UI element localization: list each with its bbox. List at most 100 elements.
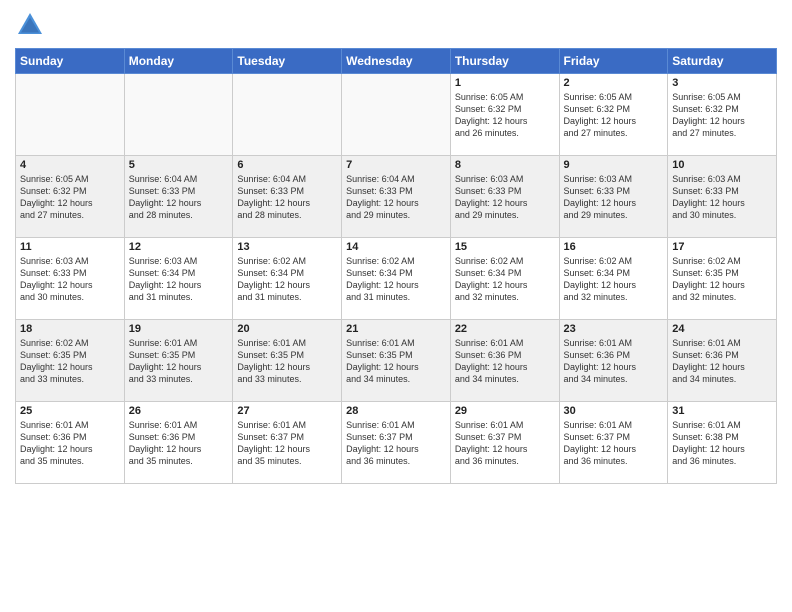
logo [15, 10, 49, 40]
day-info: Sunrise: 6:03 AMSunset: 6:33 PMDaylight:… [564, 173, 664, 222]
calendar-day-cell: 4Sunrise: 6:05 AMSunset: 6:32 PMDaylight… [16, 156, 125, 238]
day-number: 28 [346, 405, 446, 417]
calendar-day-cell [124, 74, 233, 156]
calendar-day-cell: 12 Sunrise: 6:03 AMSunset: 6:34 PMDayligh… [124, 238, 233, 320]
day-info: Sunrise: 6:02 AMSunset: 6:34 PMDaylight:… [237, 255, 337, 304]
day-info: Sunrise: 6:04 AMSunset: 6:33 PMDaylight:… [346, 173, 446, 222]
calendar-day-cell: 25 Sunrise: 6:01 AMSunset: 6:36 PMDayligh… [16, 402, 125, 484]
day-info: Sunrise: 6:01 AMSunset: 6:36 PMDaylight:… [564, 337, 664, 386]
calendar-day-cell: 18Sunrise: 6:02 AMSunset: 6:35 PMDayligh… [16, 320, 125, 402]
day-info: Sunrise: 6:03 AMSunset: 6:34 PMDaylight:… [129, 255, 229, 304]
day-number: 20 [237, 323, 337, 335]
day-info: Sunrise: 6:01 AMSunset: 6:37 PMDaylight:… [455, 419, 555, 468]
calendar-day-cell: 26Sunrise: 6:01 AMSunset: 6:36 PMDayligh… [124, 402, 233, 484]
day-number: 17 [672, 241, 772, 253]
day-number: 8 [455, 159, 555, 171]
day-number: 6 [237, 159, 337, 171]
day-number: 27 [237, 405, 337, 417]
day-number: 23 [564, 323, 664, 335]
day-info: Sunrise: 6:02 AMSunset: 6:34 PMDaylight:… [346, 255, 446, 304]
day-info: Sunrise: 6:05 AMSunset: 6:32 PMDaylight:… [20, 173, 120, 222]
day-number: 15 [455, 241, 555, 253]
calendar-header-row: SundayMondayTuesdayWednesdayThursdayFrid… [16, 49, 777, 74]
day-number: 18 [20, 323, 120, 335]
day-number: 12 [129, 241, 229, 253]
day-number: 2 [564, 77, 664, 89]
day-info: Sunrise: 6:01 AMSunset: 6:36 PMDaylight:… [455, 337, 555, 386]
day-of-week-header: Thursday [450, 49, 559, 74]
day-info: Sunrise: 6:01 AMSunset: 6:37 PMDaylight:… [564, 419, 664, 468]
day-info: Sunrise: 6:02 AMSunset: 6:34 PMDaylight:… [455, 255, 555, 304]
calendar-day-cell: 23 Sunrise: 6:01 AMSunset: 6:36 PMDayligh… [559, 320, 668, 402]
day-number: 10 [672, 159, 772, 171]
day-info: Sunrise: 6:01 AMSunset: 6:36 PMDaylight:… [672, 337, 772, 386]
day-number: 29 [455, 405, 555, 417]
day-number: 1 [455, 77, 555, 89]
calendar-day-cell [16, 74, 125, 156]
day-info: Sunrise: 6:05 AMSunset: 6:32 PMDaylight:… [564, 91, 664, 140]
day-info: Sunrise: 6:01 AMSunset: 6:35 PMDaylight:… [237, 337, 337, 386]
calendar-day-cell: 31Sunrise: 6:01 AMSunset: 6:38 PMDayligh… [668, 402, 777, 484]
calendar-day-cell: 11Sunrise: 6:03 AMSunset: 6:33 PMDayligh… [16, 238, 125, 320]
day-number: 9 [564, 159, 664, 171]
day-number: 14 [346, 241, 446, 253]
calendar-day-cell: 8 Sunrise: 6:03 AMSunset: 6:33 PMDaylight… [450, 156, 559, 238]
calendar-day-cell: 20 Sunrise: 6:01 AMSunset: 6:35 PMDayligh… [233, 320, 342, 402]
calendar-day-cell: 29 Sunrise: 6:01 AMSunset: 6:37 PMDayligh… [450, 402, 559, 484]
day-info: Sunrise: 6:04 AMSunset: 6:33 PMDaylight:… [129, 173, 229, 222]
day-number: 22 [455, 323, 555, 335]
calendar-day-cell: 28 Sunrise: 6:01 AMSunset: 6:37 PMDayligh… [342, 402, 451, 484]
calendar-day-cell: 10 Sunrise: 6:03 AMSunset: 6:33 PMDayligh… [668, 156, 777, 238]
day-info: Sunrise: 6:04 AMSunset: 6:33 PMDaylight:… [237, 173, 337, 222]
day-info: Sunrise: 6:01 AMSunset: 6:36 PMDaylight:… [20, 419, 120, 468]
day-info: Sunrise: 6:05 AMSunset: 6:32 PMDaylight:… [455, 91, 555, 140]
day-number: 7 [346, 159, 446, 171]
calendar-day-cell: 22 Sunrise: 6:01 AMSunset: 6:36 PMDayligh… [450, 320, 559, 402]
day-info: Sunrise: 6:01 AMSunset: 6:35 PMDaylight:… [346, 337, 446, 386]
page-container: SundayMondayTuesdayWednesdayThursdayFrid… [0, 0, 792, 494]
day-number: 16 [564, 241, 664, 253]
calendar-day-cell: 9 Sunrise: 6:03 AMSunset: 6:33 PMDaylight… [559, 156, 668, 238]
calendar-day-cell: 24Sunrise: 6:01 AMSunset: 6:36 PMDayligh… [668, 320, 777, 402]
calendar-week-row: 11Sunrise: 6:03 AMSunset: 6:33 PMDayligh… [16, 238, 777, 320]
calendar-day-cell: 30 Sunrise: 6:01 AMSunset: 6:37 PMDayligh… [559, 402, 668, 484]
day-of-week-header: Sunday [16, 49, 125, 74]
logo-icon [15, 10, 45, 40]
day-info: Sunrise: 6:05 AMSunset: 6:32 PMDaylight:… [672, 91, 772, 140]
day-number: 3 [672, 77, 772, 89]
day-info: Sunrise: 6:01 AMSunset: 6:38 PMDaylight:… [672, 419, 772, 468]
day-of-week-header: Friday [559, 49, 668, 74]
calendar-day-cell: 16Sunrise: 6:02 AMSunset: 6:34 PMDayligh… [559, 238, 668, 320]
day-info: Sunrise: 6:01 AMSunset: 6:35 PMDaylight:… [129, 337, 229, 386]
day-of-week-header: Tuesday [233, 49, 342, 74]
day-number: 30 [564, 405, 664, 417]
calendar-day-cell [233, 74, 342, 156]
calendar-day-cell [342, 74, 451, 156]
calendar-week-row: 1 Sunrise: 6:05 AMSunset: 6:32 PMDaylight… [16, 74, 777, 156]
day-number: 19 [129, 323, 229, 335]
day-of-week-header: Monday [124, 49, 233, 74]
day-number: 11 [20, 241, 120, 253]
day-number: 25 [20, 405, 120, 417]
day-info: Sunrise: 6:03 AMSunset: 6:33 PMDaylight:… [455, 173, 555, 222]
calendar-day-cell: 21 Sunrise: 6:01 AMSunset: 6:35 PMDayligh… [342, 320, 451, 402]
calendar-day-cell: 27Sunrise: 6:01 AMSunset: 6:37 PMDayligh… [233, 402, 342, 484]
calendar-day-cell: 6 Sunrise: 6:04 AMSunset: 6:33 PMDaylight… [233, 156, 342, 238]
day-of-week-header: Saturday [668, 49, 777, 74]
day-number: 26 [129, 405, 229, 417]
calendar-week-row: 4Sunrise: 6:05 AMSunset: 6:32 PMDaylight… [16, 156, 777, 238]
day-number: 21 [346, 323, 446, 335]
day-info: Sunrise: 6:03 AMSunset: 6:33 PMDaylight:… [672, 173, 772, 222]
calendar-day-cell: 2 Sunrise: 6:05 AMSunset: 6:32 PMDaylight… [559, 74, 668, 156]
page-header [15, 10, 777, 40]
calendar-day-cell: 17Sunrise: 6:02 AMSunset: 6:35 PMDayligh… [668, 238, 777, 320]
day-number: 5 [129, 159, 229, 171]
calendar-day-cell: 3 Sunrise: 6:05 AMSunset: 6:32 PMDaylight… [668, 74, 777, 156]
calendar-week-row: 18Sunrise: 6:02 AMSunset: 6:35 PMDayligh… [16, 320, 777, 402]
calendar-day-cell: 13 Sunrise: 6:02 AMSunset: 6:34 PMDayligh… [233, 238, 342, 320]
calendar-day-cell: 5 Sunrise: 6:04 AMSunset: 6:33 PMDaylight… [124, 156, 233, 238]
calendar-table: SundayMondayTuesdayWednesdayThursdayFrid… [15, 48, 777, 484]
day-number: 13 [237, 241, 337, 253]
calendar-week-row: 25 Sunrise: 6:01 AMSunset: 6:36 PMDayligh… [16, 402, 777, 484]
day-info: Sunrise: 6:01 AMSunset: 6:37 PMDaylight:… [346, 419, 446, 468]
